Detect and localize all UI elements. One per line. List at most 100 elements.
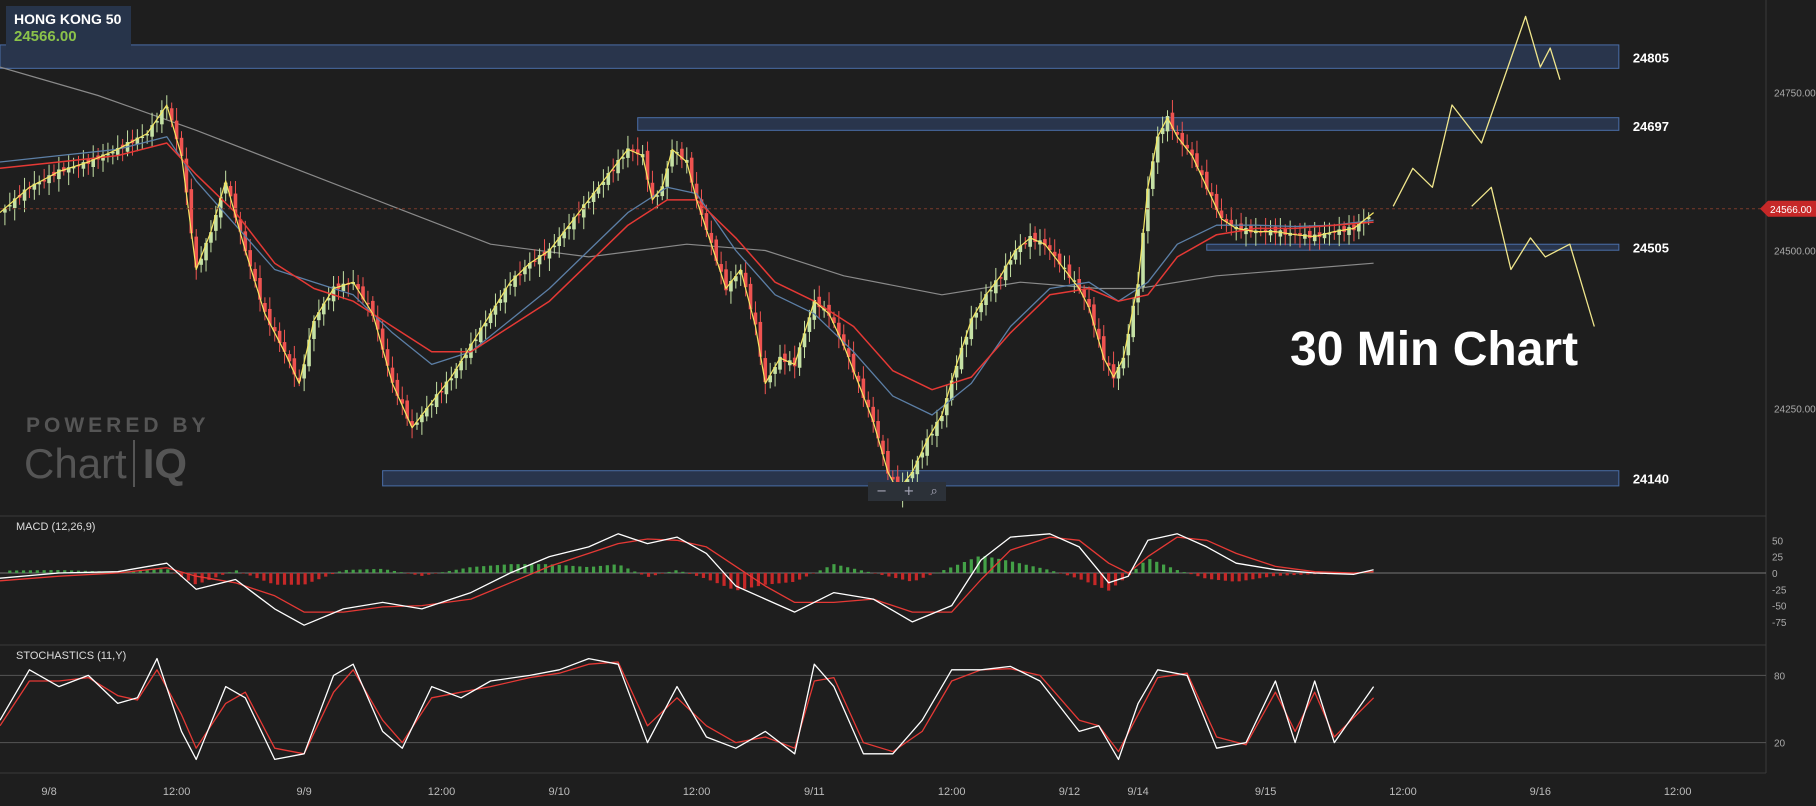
macd-histogram-bar xyxy=(166,569,170,573)
zoom-out-button[interactable]: − xyxy=(876,484,887,499)
macd-histogram-bar xyxy=(1134,568,1138,573)
candle xyxy=(1244,227,1248,235)
macd-y-tick-2: 0 xyxy=(1772,569,1778,580)
x-tick-0: 9/8 xyxy=(41,786,56,798)
zone-2 xyxy=(1206,243,1620,251)
macd-histogram-bar xyxy=(1031,566,1035,573)
macd-histogram-bar xyxy=(344,569,348,573)
macd-histogram-bar xyxy=(241,572,245,574)
macd-histogram-bar xyxy=(1086,572,1090,583)
macd-histogram-bar xyxy=(1210,572,1214,580)
stoch-y-tick-1: 20 xyxy=(1774,739,1786,750)
macd-histogram-bar xyxy=(1155,561,1159,573)
price-y-tick-1: 24500.00 xyxy=(1774,247,1816,258)
macd-histogram-bar xyxy=(49,570,53,573)
macd-histogram-bar xyxy=(1182,572,1186,573)
x-tick-7: 12:00 xyxy=(938,786,966,798)
macd-histogram-bar xyxy=(296,572,300,585)
stoch-y-tick-0: 80 xyxy=(1774,671,1786,682)
macd-histogram-bar xyxy=(372,569,376,573)
macd-histogram-bar xyxy=(310,572,314,582)
macd-histogram-bar xyxy=(681,571,685,573)
macd-histogram-bar xyxy=(495,565,500,573)
macd-histogram-bar xyxy=(399,572,403,573)
candle xyxy=(1312,234,1317,242)
x-tick-10: 9/15 xyxy=(1255,786,1276,798)
macd-histogram-bar xyxy=(605,565,609,573)
macd-histogram-bar xyxy=(633,571,637,573)
macd-histogram-bar xyxy=(942,570,946,573)
macd-line xyxy=(0,533,1374,626)
macd-histogram-bar xyxy=(276,572,280,585)
macd-histogram-bar xyxy=(468,567,472,573)
candle xyxy=(1307,230,1312,239)
macd-histogram-bar xyxy=(1038,567,1042,573)
macd-histogram-bar xyxy=(798,572,802,580)
watermark-powered: POWERED BY xyxy=(26,414,210,437)
macd-histogram-bar xyxy=(674,570,678,573)
macd-histogram-bar xyxy=(880,572,884,575)
macd-histogram-bar xyxy=(152,569,156,573)
macd-histogram-bar xyxy=(413,572,417,575)
macd-histogram-bar xyxy=(791,572,795,582)
candle xyxy=(1347,227,1351,236)
macd-histogram-bar xyxy=(667,571,671,573)
macd-histogram-bar xyxy=(825,567,829,573)
macd-histogram-bar xyxy=(564,565,568,573)
macd-histogram-bar xyxy=(715,572,719,584)
macd-histogram-bar xyxy=(804,572,809,577)
macd-histogram-bar xyxy=(784,572,788,583)
macd-histogram-bar xyxy=(619,565,623,573)
x-tick-1: 12:00 xyxy=(163,786,191,798)
macd-histogram-bar xyxy=(983,556,987,573)
x-tick-5: 12:00 xyxy=(683,786,711,798)
macd-histogram-bar xyxy=(1004,560,1008,573)
macd-histogram-bar xyxy=(227,572,232,573)
macd-histogram-bar xyxy=(1203,572,1207,579)
zoom-in-button[interactable]: + xyxy=(903,484,914,499)
x-tick-8: 9/12 xyxy=(1059,786,1080,798)
macd-histogram-bar xyxy=(173,572,177,574)
candle xyxy=(380,328,385,350)
macd-histogram-bar xyxy=(502,564,506,573)
macd-histogram-bar xyxy=(921,572,925,578)
x-tick-9: 9/14 xyxy=(1127,786,1148,798)
macd-histogram-bar xyxy=(385,569,390,573)
instrument-header: HONG KONG 50 24566.00 xyxy=(6,6,131,50)
macd-histogram-bar xyxy=(1258,572,1262,579)
zone-label-3: 24140 xyxy=(1633,471,1669,486)
macd-histogram-bar xyxy=(928,572,932,576)
macd-histogram-bar xyxy=(434,572,438,574)
macd-histogram-bar xyxy=(901,572,905,580)
candle xyxy=(1278,230,1283,237)
candle xyxy=(1268,230,1273,236)
zoom-reset-button[interactable]: ⌕ xyxy=(931,484,938,499)
macd-histogram-bar xyxy=(1024,564,1028,573)
macd-histogram-bar xyxy=(743,572,747,589)
macd-histogram-bar xyxy=(1230,572,1234,582)
candle xyxy=(189,189,194,234)
macd-histogram-bar xyxy=(646,572,651,577)
macd-histogram-bar xyxy=(365,569,369,573)
macd-histogram-bar xyxy=(969,559,973,573)
macd-histogram-bar xyxy=(523,564,527,573)
macd-histogram-bar xyxy=(1278,572,1282,576)
macd-histogram-bar xyxy=(585,566,589,573)
chart-canvas[interactable]: 24805 24697 24505 24140 24750.00 24500.00 2425… xyxy=(0,0,1816,806)
zone-3 xyxy=(382,470,1620,487)
macd-histogram-bar xyxy=(640,572,644,575)
instrument-name: HONG KONG 50 xyxy=(14,11,122,27)
macd-histogram-bar xyxy=(598,565,603,573)
macd-histogram-bar xyxy=(214,572,218,578)
macd-histogram-bar xyxy=(1306,572,1310,575)
macd-histogram-bar xyxy=(1265,572,1269,578)
macd-histogram-bar xyxy=(1292,572,1296,576)
macd-histogram-bar xyxy=(530,564,534,573)
macd-histogram-bar xyxy=(591,566,596,573)
macd-histogram-bar xyxy=(262,572,266,581)
macd-histogram-bar xyxy=(660,572,664,574)
macd-histogram-bar xyxy=(818,570,822,573)
macd-histogram-bar xyxy=(358,569,362,573)
macd-histogram-bar xyxy=(269,572,273,584)
x-tick-11: 12:00 xyxy=(1389,786,1417,798)
